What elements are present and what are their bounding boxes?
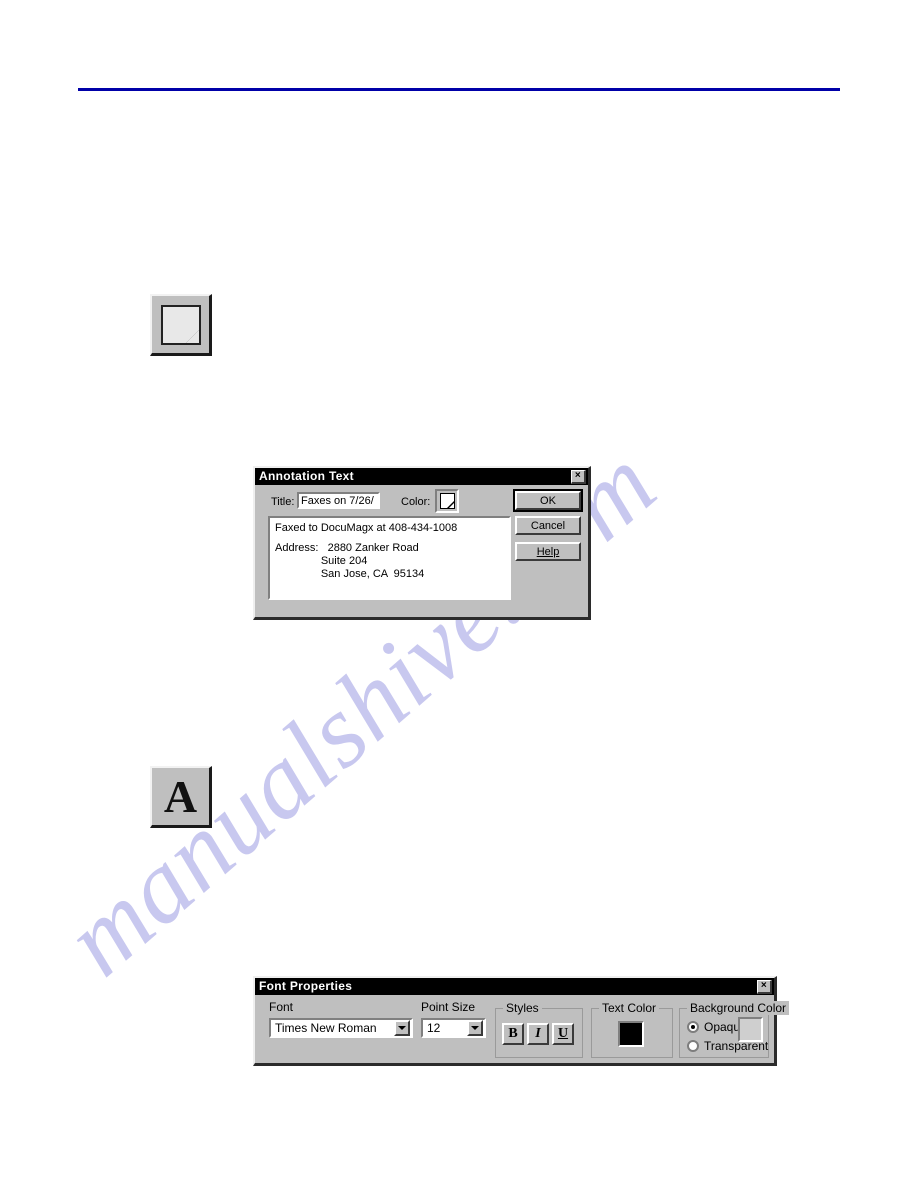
point-size-label: Point Size xyxy=(421,1000,476,1014)
annotation-note-tool-button[interactable] xyxy=(150,294,212,356)
page-fold-icon xyxy=(439,493,455,509)
radio-unselected-icon xyxy=(687,1040,699,1052)
close-icon[interactable]: × xyxy=(757,979,772,994)
body-line-4: Suite 204 xyxy=(275,555,368,567)
text-tool-button[interactable]: A xyxy=(150,766,212,828)
title-field-label: Title: xyxy=(271,496,295,508)
font-properties-dialog: Font Properties × Font Times New Roman P… xyxy=(253,976,790,1066)
font-family-value: Times New Roman xyxy=(275,1021,377,1035)
annotation-body-textarea[interactable]: Faxed to DocuMagx at 408-434-1008 Addres… xyxy=(268,516,511,600)
text-color-swatch-button[interactable] xyxy=(618,1021,644,1047)
help-button[interactable]: Help xyxy=(515,542,581,561)
point-size-select[interactable]: 12 xyxy=(421,1018,486,1038)
font-dialog-titlebar: Font Properties × xyxy=(255,978,774,995)
background-color-group: Background Color Opaque Transparent xyxy=(679,1001,790,1058)
styles-group-label: Styles xyxy=(503,1001,542,1015)
chevron-down-icon[interactable] xyxy=(467,1020,483,1036)
styles-group: Styles B I U xyxy=(495,1001,583,1058)
font-label: Font xyxy=(269,1000,294,1014)
text-color-group: Text Color xyxy=(591,1001,673,1058)
color-swatch-button[interactable] xyxy=(435,489,459,513)
letter-a-icon: A xyxy=(163,770,198,822)
annotation-dialog-title: Annotation Text xyxy=(259,469,354,483)
header-divider-rule xyxy=(78,88,840,91)
ok-button[interactable]: OK xyxy=(513,489,583,512)
background-color-swatch-button[interactable] xyxy=(738,1017,763,1042)
italic-button[interactable]: I xyxy=(527,1023,549,1045)
close-icon[interactable]: × xyxy=(571,469,586,484)
note-page-icon xyxy=(160,304,201,345)
font-dialog-title: Font Properties xyxy=(259,979,353,993)
point-size-value: 12 xyxy=(427,1021,441,1035)
text-color-group-label: Text Color xyxy=(599,1001,660,1015)
underline-button[interactable]: U xyxy=(552,1023,574,1045)
help-button-label: Help xyxy=(536,545,560,558)
annotation-dialog-titlebar: Annotation Text × xyxy=(255,468,588,485)
background-color-group-label: Background Color xyxy=(687,1001,790,1015)
annotation-text-dialog: Annotation Text × Title: Faxes on 7/26/ … xyxy=(253,466,591,620)
bold-button[interactable]: B xyxy=(502,1023,524,1045)
chevron-down-icon[interactable] xyxy=(394,1020,410,1036)
body-line-blank xyxy=(275,535,504,542)
cancel-button[interactable]: Cancel xyxy=(515,516,581,535)
radio-selected-icon xyxy=(687,1021,699,1033)
body-line-3: Address: 2880 Zanker Road xyxy=(275,542,419,554)
body-line-5: San Jose, CA 95134 xyxy=(275,568,425,580)
color-field-label: Color: xyxy=(401,496,431,508)
body-line-1: Faxed to DocuMagx at 408-434-1008 xyxy=(275,522,458,534)
title-input[interactable]: Faxes on 7/26/ xyxy=(297,492,380,509)
font-family-select[interactable]: Times New Roman xyxy=(269,1018,413,1038)
